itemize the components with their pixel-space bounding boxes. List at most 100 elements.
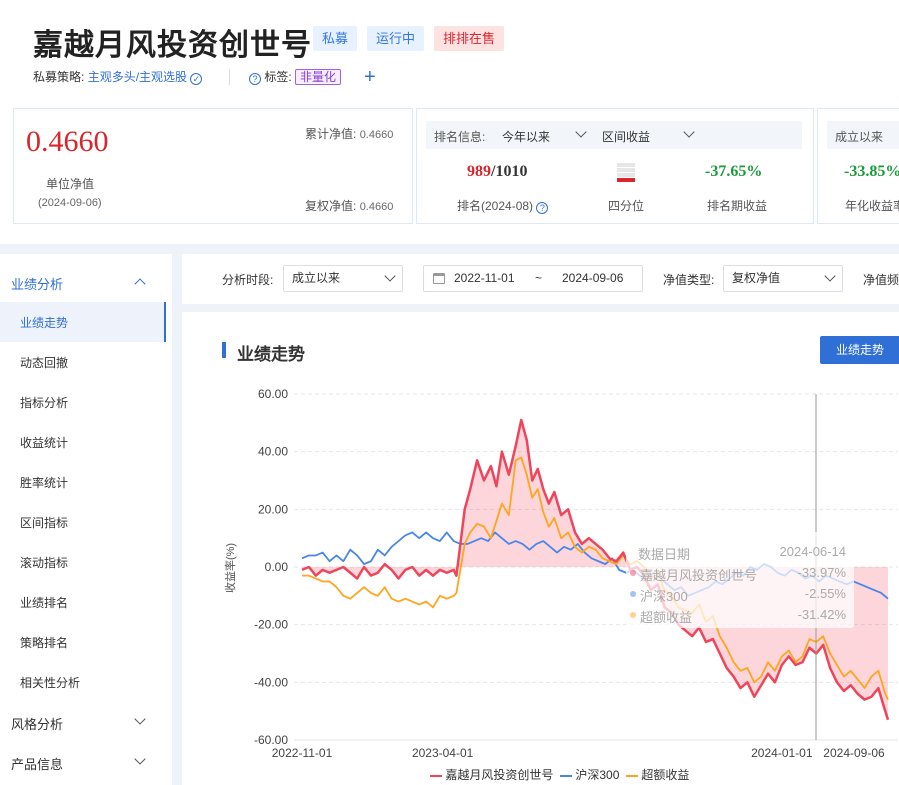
chevron-up-icon[interactable] (134, 278, 146, 290)
sidebar-item-rolling-indicators[interactable]: 滚动指标 (20, 554, 68, 571)
date-end[interactable]: 2024-09-06 (562, 266, 623, 291)
since-toolbar: 成立以来 (827, 121, 899, 149)
adj-nav-value: 0.4660 (359, 201, 394, 213)
since-label: 成立以来 (835, 130, 884, 144)
annual-return-value: -33.85% (844, 163, 899, 180)
tag-on-sale: 排排在售 (434, 26, 505, 51)
tooltip-row-name: 嘉越月风投资创世号 (640, 568, 758, 583)
sidebar-item-strategy-rank[interactable]: 策略排名 (20, 634, 68, 651)
period-return-value: -37.65% (705, 163, 763, 180)
x-tick-label: 2023-04-01 (412, 746, 474, 760)
sidebar-section-product[interactable]: 产品信息 (11, 754, 63, 773)
help-icon[interactable]: ? (249, 73, 261, 85)
period-label: 分析时段: (222, 273, 274, 287)
chevron-down-icon[interactable] (134, 753, 146, 765)
nav-type-value: 复权净值 (732, 271, 781, 285)
chevron-down-icon (683, 126, 695, 138)
quartile-label: 四分位 (608, 199, 645, 213)
tag-chip-non-quant[interactable]: 非量化 (295, 69, 342, 85)
plus-icon[interactable]: + (364, 67, 376, 87)
legend-swatch (560, 774, 573, 777)
sidebar-item-winrate-stats[interactable]: 胜率统计 (20, 474, 68, 491)
legend-swatch (430, 774, 442, 777)
rank-card: 排名信息: 今年以来 区间收益 989/1010 排名(2024-08) ? 四… (416, 108, 814, 224)
divider (229, 69, 230, 85)
tooltip-row-value: -2.55% (804, 586, 846, 601)
sidebar-item-interval-indicators[interactable]: 区间指标 (20, 514, 68, 531)
sidebar-section-style[interactable]: 风格分析 (11, 714, 63, 733)
rank-value: 989/1010 (467, 163, 527, 181)
unit-nav-value: 0.4660 (26, 125, 109, 158)
chart-legend: 嘉越月风投资创世号 沪深300 超额收益 (430, 766, 689, 783)
since-card: 成立以来 -33.85% 年化收益率 (817, 108, 899, 224)
tag-label: 标签: (264, 70, 292, 84)
sidebar-item-return-stats[interactable]: 收益统计 (20, 434, 68, 451)
period-select[interactable]: 成立以来 (283, 265, 403, 292)
legend-swatch (626, 774, 639, 777)
check-circle-icon: ✓ (190, 73, 203, 85)
sidebar-item-performance-rank[interactable]: 业绩排名 (20, 594, 68, 611)
nav-type-select[interactable]: 复权净值 (723, 265, 843, 292)
legend-item-index[interactable]: 沪深300 (575, 768, 619, 782)
fund-dot (630, 570, 636, 576)
rank-label: 排名信息: (434, 130, 486, 144)
legend-item-excess[interactable]: 超额收益 (641, 768, 689, 782)
tag-running: 运行中 (367, 26, 425, 51)
rank-date-label: 排名(2024-08) ? (457, 197, 549, 214)
annual-return-label: 年化收益率 (845, 199, 899, 213)
date-separator: ~ (535, 271, 543, 285)
chevron-down-icon (384, 270, 396, 282)
sidebar-item-performance-trend[interactable]: 业绩走势 (20, 314, 68, 331)
y-tick-label: 40.00 (258, 445, 288, 459)
chevron-down-icon (824, 270, 836, 282)
nav-card: 0.4660 单位净值 (2024-09-06) 累计净值: 0.4660 复权… (13, 108, 413, 224)
y-tick-label: 20.00 (258, 502, 288, 516)
strategy-label: 私募策略: (33, 70, 85, 84)
cum-nav-label: 累计净值: (305, 127, 357, 141)
x-tick-label: 2024-09-06 (823, 746, 885, 760)
quartile-icon (617, 163, 635, 182)
y-tick-label: 0.00 (265, 560, 289, 574)
gutter (172, 254, 182, 785)
calendar-icon (433, 273, 445, 284)
rank-number: 989 (467, 163, 491, 180)
sidebar-item-dynamic-drawdown[interactable]: 动态回撤 (20, 354, 68, 371)
help-icon[interactable]: ? (536, 202, 549, 214)
rank-period-select[interactable]: 今年以来 (502, 128, 550, 145)
date-start[interactable]: 2022-11-01 (454, 266, 515, 291)
date-range-picker[interactable]: 2022-11-01 ~ 2024-09-06 (423, 265, 643, 292)
filter-bar: 分析时段: 成立以来 2022-11-01 ~ 2024-09-06 净值类型:… (182, 254, 899, 304)
period-return-label: 排名期收益 (707, 199, 768, 213)
sidebar: 业绩分析 业绩走势 动态回撤 指标分析 收益统计 胜率统计 区间指标 滚动指标 … (0, 254, 172, 785)
sidebar-section-performance[interactable]: 业绩分析 (11, 274, 63, 293)
page-title: 嘉越月风投资创世号 (33, 29, 312, 62)
rank-date-text: 排名(2024-08) (457, 199, 534, 213)
chart-tooltip: 数据日期 2024-06-14 嘉越月风投资创世号 -33.97% 沪深300 … (626, 532, 854, 628)
rank-toolbar: 排名信息: 今年以来 区间收益 (426, 121, 802, 149)
strategy-row: 私募策略: 主观多头/主观选股 ✓ (33, 68, 203, 86)
freq-label: 净值频 (863, 273, 899, 287)
chevron-down-icon[interactable] (134, 713, 146, 725)
y-tick-label: -60.00 (254, 733, 288, 747)
x-tick-label: 2024-01-01 (751, 746, 813, 760)
gutter (182, 304, 899, 312)
tooltip-row-value: -33.97% (797, 565, 846, 580)
strategy-link[interactable]: 主观多头/主观选股 (88, 70, 187, 84)
tooltip-row-name: 超额收益 (640, 610, 693, 625)
tags-row: ? 标签: 非量化 (249, 68, 342, 86)
legend-item-fund[interactable]: 嘉越月风投资创世号 (445, 768, 553, 782)
index-dot (630, 591, 636, 597)
adj-nav-row: 复权净值: 0.4660 (305, 197, 393, 214)
sidebar-item-indicator-analysis[interactable]: 指标分析 (20, 394, 68, 411)
sidebar-item-correlation[interactable]: 相关性分析 (20, 674, 80, 691)
chart-panel: 业绩走势 业绩走势 60.00 40.00 20.00 0.00 -20.00 -40.0… (182, 312, 899, 785)
y-tick-label: -40.00 (254, 675, 288, 689)
rank-total: /1010 (491, 163, 528, 180)
rank-metric-select[interactable]: 区间收益 (602, 128, 650, 145)
period-select-value: 成立以来 (292, 271, 341, 285)
unit-nav-date: (2024-09-06) (38, 197, 102, 209)
unit-nav-label: 单位净值 (46, 177, 95, 191)
y-tick-label: -20.00 (254, 618, 288, 632)
tooltip-row-name: 沪深300 (640, 589, 688, 604)
adj-nav-label: 复权净值: (305, 199, 357, 213)
